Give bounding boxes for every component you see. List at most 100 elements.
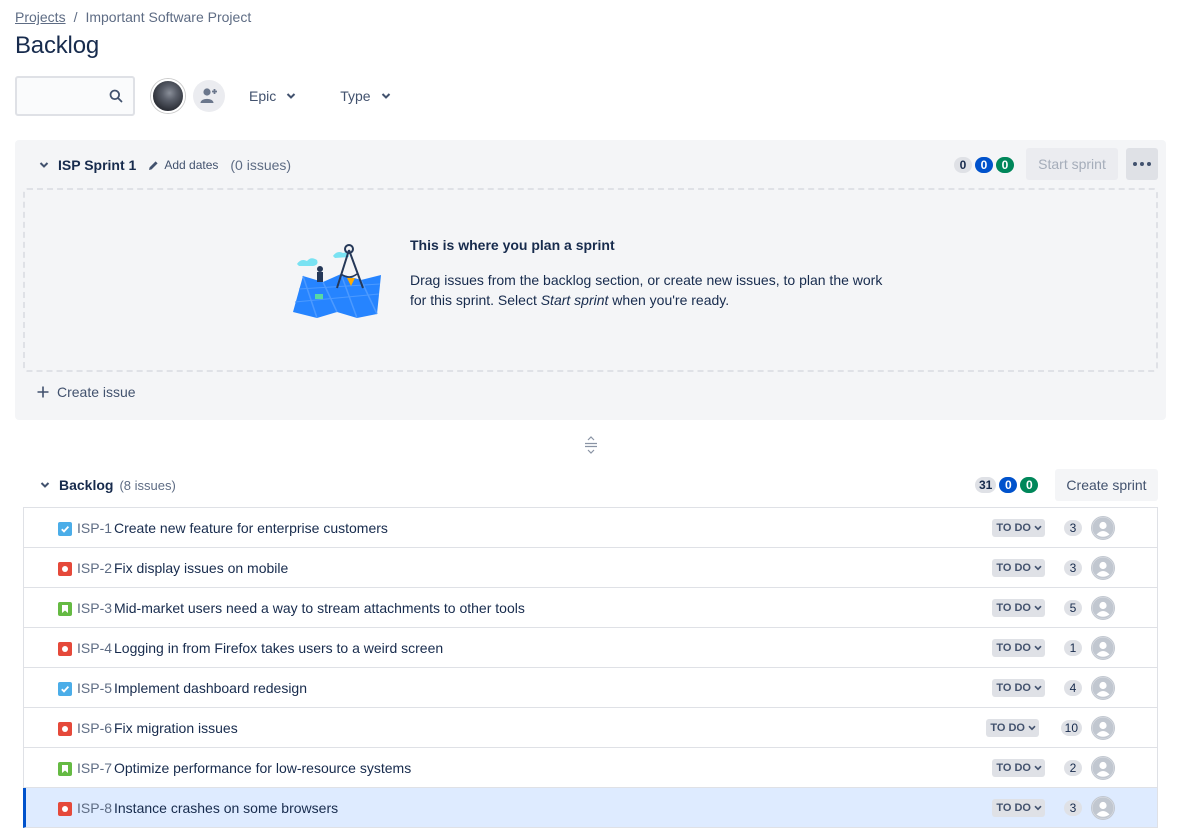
issue-row[interactable]: ISP-4 Logging in from Firefox takes users… — [23, 628, 1158, 668]
type-filter[interactable]: Type — [340, 88, 390, 104]
task-type-icon — [58, 682, 72, 696]
issue-key[interactable]: ISP-3 — [77, 600, 112, 616]
sprint-header: ISP Sprint 1 Add dates (0 issues) — [39, 156, 291, 174]
story-points-badge[interactable]: 3 — [1064, 519, 1082, 536]
bug-type-icon — [58, 562, 72, 576]
chevron-down-icon — [1034, 685, 1042, 690]
issue-row[interactable]: ISP-6 Fix migration issues TO DO 10 — [23, 708, 1158, 748]
story-type-icon — [58, 602, 72, 616]
backlog-header: Backlog (8 issues) — [40, 476, 176, 494]
chevron-down-icon — [1034, 645, 1042, 650]
status-label: TO DO — [996, 801, 1031, 814]
status-label: TO DO — [996, 521, 1031, 534]
user-avatar[interactable] — [151, 79, 185, 113]
start-sprint-button[interactable]: Start sprint — [1026, 148, 1118, 180]
issue-summary[interactable]: Optimize performance for low-resource sy… — [114, 760, 411, 776]
chevron-down-icon — [1034, 565, 1042, 570]
done-count: 0 — [996, 157, 1014, 173]
story-points-badge[interactable]: 4 — [1064, 679, 1082, 696]
chevron-down-icon[interactable] — [40, 481, 50, 489]
search-input[interactable] — [15, 76, 135, 116]
more-icon — [1133, 162, 1151, 166]
status-label: TO DO — [996, 561, 1031, 574]
add-people-button[interactable] — [193, 80, 225, 112]
story-points-badge[interactable]: 2 — [1064, 759, 1082, 776]
story-points-badge[interactable]: 5 — [1064, 599, 1082, 616]
issue-key[interactable]: ISP-2 — [77, 560, 112, 576]
issue-row[interactable]: ISP-1 Create new feature for enterprise c… — [23, 508, 1158, 548]
breadcrumb-projects-link[interactable]: Projects — [15, 9, 66, 25]
assignee-avatar[interactable] — [1091, 796, 1115, 820]
issue-key[interactable]: ISP-7 — [77, 760, 112, 776]
breadcrumb-project[interactable]: Important Software Project — [85, 9, 251, 25]
issue-summary[interactable]: Implement dashboard redesign — [114, 680, 307, 696]
chevron-down-icon — [381, 93, 390, 99]
backlog-issue-list: ISP-1 Create new feature for enterprise c… — [23, 507, 1158, 828]
issue-key[interactable]: ISP-1 — [77, 520, 112, 536]
sprint-issue-count: (0 issues) — [230, 157, 292, 173]
breadcrumb-separator: / — [73, 9, 78, 25]
epic-filter-label: Epic — [249, 88, 277, 104]
page-title: Backlog — [15, 32, 99, 59]
chevron-down-icon — [1034, 765, 1042, 770]
issue-key[interactable]: ISP-5 — [77, 680, 112, 696]
issue-key[interactable]: ISP-4 — [77, 640, 112, 656]
status-dropdown[interactable]: TO DO — [986, 718, 1039, 737]
assignee-avatar[interactable] — [1091, 596, 1115, 620]
user-icon — [1092, 717, 1114, 739]
search-icon — [109, 89, 123, 103]
assignee-avatar[interactable] — [1091, 716, 1115, 740]
sprint-name: ISP Sprint 1 — [58, 157, 137, 173]
toolbar: Epic Type — [15, 76, 391, 116]
status-dropdown[interactable]: TO DO — [992, 798, 1045, 817]
user-icon — [1092, 517, 1114, 539]
sprint-dropzone[interactable]: This is where you plan a sprint Drag iss… — [23, 188, 1158, 372]
issue-summary[interactable]: Logging in from Firefox takes users to a… — [114, 640, 443, 656]
issue-summary[interactable]: Mid-market users need a way to stream at… — [114, 600, 525, 616]
status-dropdown[interactable]: TO DO — [992, 638, 1045, 657]
issue-key[interactable]: ISP-6 — [77, 720, 112, 736]
story-points-badge[interactable]: 1 — [1064, 639, 1082, 656]
assignee-avatar[interactable] — [1091, 516, 1115, 540]
story-points-badge[interactable]: 3 — [1064, 799, 1082, 816]
issue-row[interactable]: ISP-2 Fix display issues on mobile TO DO 3 — [23, 548, 1158, 588]
user-icon — [1092, 757, 1114, 779]
status-label: TO DO — [996, 681, 1031, 694]
status-dropdown[interactable]: TO DO — [992, 758, 1045, 777]
status-dropdown[interactable]: TO DO — [992, 558, 1045, 577]
sprint-more-button[interactable] — [1126, 148, 1158, 180]
issue-summary[interactable]: Create new feature for enterprise custom… — [114, 520, 388, 536]
empty-sprint-description: Drag issues from the backlog section, or… — [410, 272, 883, 308]
task-type-icon — [58, 522, 72, 536]
assignee-avatar[interactable] — [1091, 676, 1115, 700]
issue-key[interactable]: ISP-8 — [77, 800, 112, 816]
add-dates-button[interactable]: Add dates — [148, 158, 218, 172]
add-person-icon — [200, 88, 217, 103]
assignee-avatar[interactable] — [1091, 556, 1115, 580]
issue-row[interactable]: ISP-3 Mid-market users need a way to stre… — [23, 588, 1158, 628]
issue-summary[interactable]: Instance crashes on some browsers — [114, 800, 338, 816]
status-dropdown[interactable]: TO DO — [992, 598, 1045, 617]
create-sprint-button[interactable]: Create sprint — [1055, 469, 1158, 501]
in-progress-count: 0 — [999, 477, 1018, 493]
issue-summary[interactable]: Fix display issues on mobile — [114, 560, 288, 576]
story-points-badge[interactable]: 10 — [1060, 719, 1082, 736]
chevron-down-icon — [1034, 805, 1042, 810]
status-dropdown[interactable]: TO DO — [992, 518, 1045, 537]
user-icon — [1092, 797, 1114, 819]
assignee-avatar[interactable] — [1091, 636, 1115, 660]
issue-row[interactable]: ISP-5 Implement dashboard redesign TO DO 4 — [23, 668, 1158, 708]
issue-row[interactable]: ISP-7 Optimize performance for low-resour… — [23, 748, 1158, 788]
assignee-avatar[interactable] — [1091, 756, 1115, 780]
resize-handle-icon[interactable] — [584, 436, 598, 454]
issue-row[interactable]: ISP-8 Instance crashes on some browsers TO… — [23, 788, 1158, 828]
issue-summary[interactable]: Fix migration issues — [114, 720, 238, 736]
chevron-down-icon[interactable] — [39, 161, 49, 169]
story-points-badge[interactable]: 3 — [1064, 559, 1082, 576]
create-issue-button[interactable]: Create issue — [37, 384, 136, 400]
todo-count: 0 — [954, 157, 972, 173]
backlog-title: Backlog — [59, 477, 114, 493]
status-dropdown[interactable]: TO DO — [992, 678, 1045, 697]
epic-filter[interactable]: Epic — [249, 88, 296, 104]
todo-count: 31 — [975, 477, 997, 493]
